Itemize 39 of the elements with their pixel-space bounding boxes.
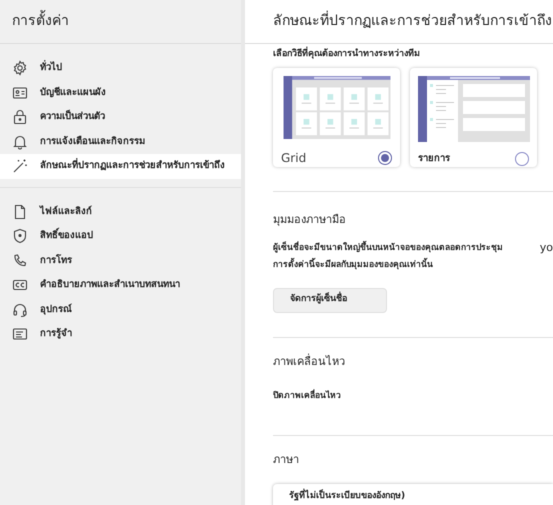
section-title: ภาษา	[273, 452, 300, 468]
option-label: ปิดภาพเคลื่อนไหว	[273, 390, 342, 403]
page-title: ลักษณะที่ปรากฏและการช่วยสำหรับการเข้าถึง	[273, 11, 552, 32]
shield-icon	[12, 228, 28, 244]
section-description: ผู้เซ็นชื่อจะมีขนาดใหญ่ขึ้นบนหน้าจอของคุณตลอดการประชุม	[273, 242, 503, 255]
sidebar-item[interactable]: สิทธิ์ของแอป	[0, 224, 241, 248]
sidebar-item[interactable]: คำอธิบายภาพและสำเนาบทสนทนา	[0, 273, 241, 298]
text-note-icon	[12, 326, 28, 342]
lock-icon	[12, 109, 28, 126]
section-title: มุมมองภาษามือ	[273, 212, 347, 228]
language-dropdown[interactable]: รัฐที่ไม่เป็นระเบียบของอังกฤษ)	[273, 484, 553, 505]
sidebar-title: การตั้งค่า	[12, 11, 69, 32]
layout-option-card[interactable]: รายการ	[410, 68, 537, 166]
sidebar-item[interactable]: การแจ้งเตือนและกิจกรรม	[0, 130, 241, 154]
wand-icon	[12, 158, 28, 174]
section-note: การตั้งค่านี้จะมีผลกับมุมมองของคุณเท่านั้น	[273, 258, 434, 272]
layout-option-label: รายการ	[418, 152, 450, 166]
file-icon	[12, 204, 28, 220]
sidebar-item[interactable]: บัญชีและแผนผัง	[0, 80, 241, 105]
radio-button[interactable]	[378, 150, 392, 164]
bell-icon	[12, 134, 28, 150]
layout-prompt: เลือกวิธีที่คุณต้องการนำทางระหว่างทีม	[273, 48, 553, 62]
sidebar-item[interactable]: อุปกรณ์	[0, 298, 241, 322]
gear-icon	[12, 60, 28, 76]
sidebar-item[interactable]: ทั่วไป	[0, 56, 241, 80]
contact-card-icon	[12, 84, 28, 101]
sidebar-item[interactable]: ลักษณะที่ปรากฏและการช่วยสำหรับการเข้าถึง	[0, 154, 241, 178]
headset-icon	[12, 302, 28, 318]
layout-option-label: Grid	[281, 150, 306, 166]
radio-button[interactable]	[515, 152, 529, 166]
sidebar-item[interactable]: การโทร	[0, 248, 241, 273]
manage-signers-button[interactable]: จัดการผู้เซ็นชื่อ	[273, 288, 387, 312]
sidebar-item[interactable]: ความเป็นส่วนตัว	[0, 105, 241, 130]
layout-option-card[interactable]: Grid	[273, 68, 400, 166]
sidebar-item[interactable]: การรู้จำ	[0, 322, 241, 346]
section-title: ภาพเคลื่อนไหว	[273, 354, 346, 370]
sidebar-item[interactable]: ไฟล์และลิงก์	[0, 200, 241, 224]
section-description: yo	[540, 242, 553, 255]
phone-icon	[12, 252, 28, 269]
